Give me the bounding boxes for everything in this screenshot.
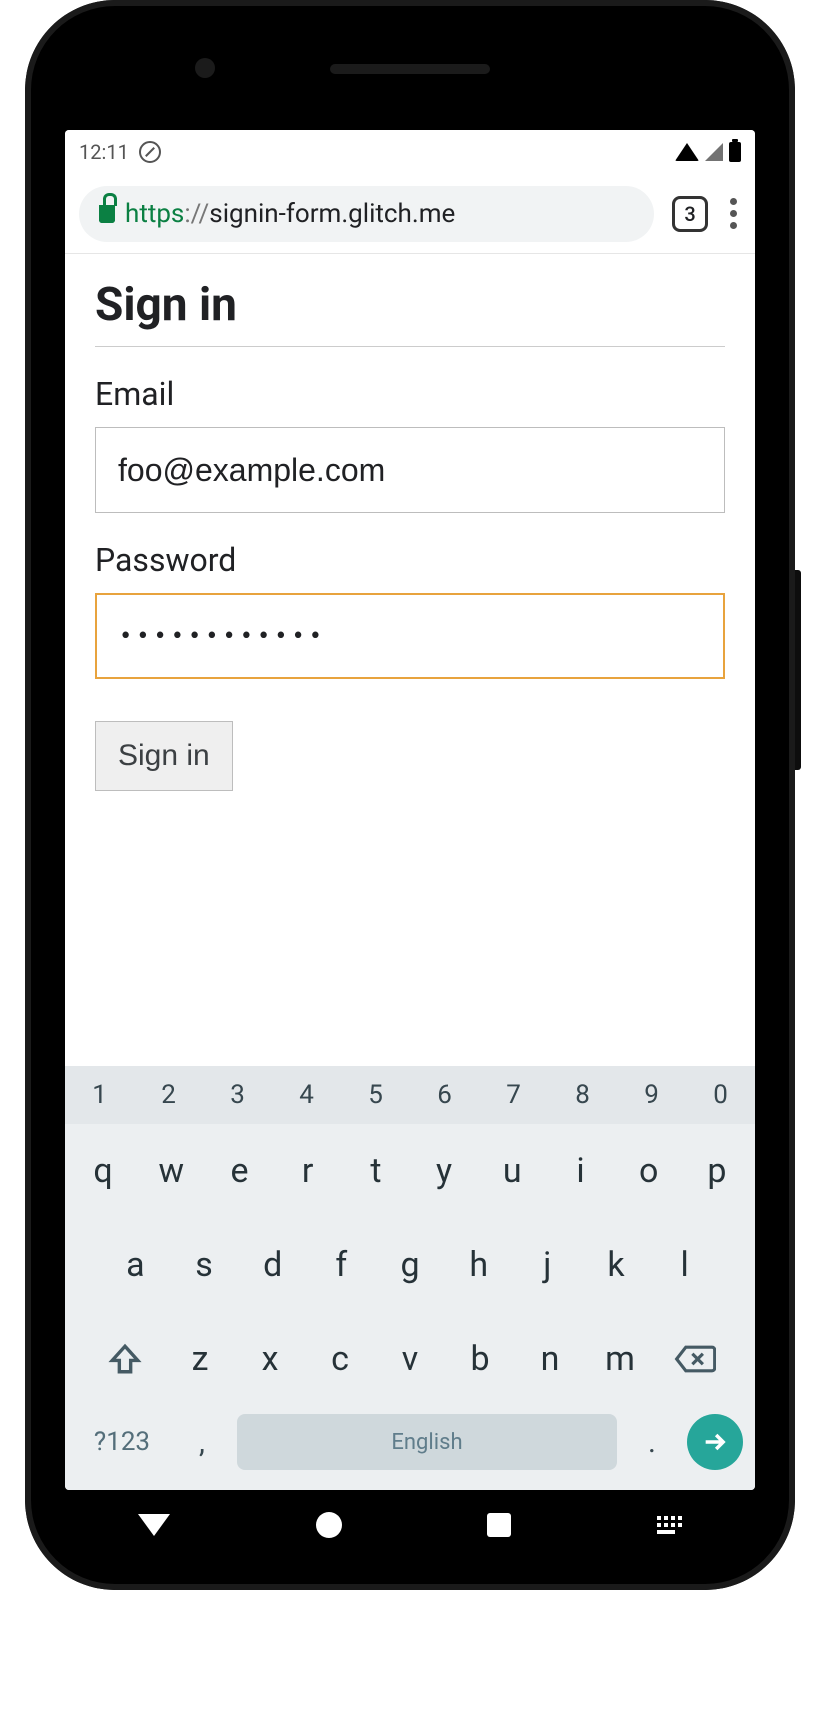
email-label: Email: [95, 375, 725, 413]
address-bar[interactable]: https://signin-form.glitch.me: [79, 186, 654, 242]
key-w[interactable]: w: [141, 1134, 201, 1208]
lock-icon: [99, 205, 115, 223]
url-scheme: https: [125, 199, 184, 229]
number-hint-row: 1234567890: [65, 1066, 755, 1124]
key-d[interactable]: d: [242, 1228, 303, 1302]
key-row-bottom: ?123 , English .: [65, 1406, 755, 1484]
key-o[interactable]: o: [619, 1134, 679, 1208]
key-j[interactable]: j: [517, 1228, 578, 1302]
backspace-key[interactable]: [659, 1322, 731, 1396]
hint-key-0[interactable]: 0: [686, 1066, 755, 1124]
key-n[interactable]: n: [519, 1322, 581, 1396]
key-f[interactable]: f: [311, 1228, 372, 1302]
overflow-menu-button[interactable]: [726, 194, 741, 233]
tab-switcher-button[interactable]: 3: [672, 196, 708, 232]
key-row-3: zxcvbnm: [65, 1312, 755, 1406]
cellular-icon: [705, 143, 723, 161]
clock: 12:11: [79, 140, 129, 164]
password-label: Password: [95, 541, 725, 579]
nav-recent-button[interactable]: [487, 1513, 511, 1537]
sign-in-button[interactable]: Sign in: [95, 721, 233, 791]
hint-key-2[interactable]: 2: [134, 1066, 203, 1124]
do-not-disturb-icon: [139, 141, 161, 163]
status-bar: 12:11: [65, 130, 755, 174]
key-t[interactable]: t: [346, 1134, 406, 1208]
key-p[interactable]: p: [687, 1134, 747, 1208]
shift-icon: [108, 1342, 142, 1376]
key-m[interactable]: m: [589, 1322, 651, 1396]
key-y[interactable]: y: [414, 1134, 474, 1208]
url-host: signin-form.glitch.me: [209, 199, 455, 229]
hint-key-7[interactable]: 7: [479, 1066, 548, 1124]
hint-key-4[interactable]: 4: [272, 1066, 341, 1124]
key-row-2: asdfghjkl: [65, 1218, 755, 1312]
key-c[interactable]: c: [309, 1322, 371, 1396]
page-title: Sign in: [95, 278, 725, 347]
soft-keyboard: 1234567890 qwertyuiop asdfghjkl zxcvbnm: [65, 1066, 755, 1490]
hint-key-5[interactable]: 5: [341, 1066, 410, 1124]
hint-key-8[interactable]: 8: [548, 1066, 617, 1124]
password-field[interactable]: [95, 593, 725, 679]
spacebar-key[interactable]: English: [237, 1414, 617, 1470]
page-content: Sign in Email Password Sign in: [65, 254, 755, 1066]
power-button: [795, 570, 801, 770]
key-a[interactable]: a: [105, 1228, 166, 1302]
nav-back-button[interactable]: [138, 1514, 170, 1536]
key-q[interactable]: q: [73, 1134, 133, 1208]
key-v[interactable]: v: [379, 1322, 441, 1396]
key-u[interactable]: u: [482, 1134, 542, 1208]
hint-key-6[interactable]: 6: [410, 1066, 479, 1124]
system-nav-bar: [65, 1490, 755, 1560]
key-k[interactable]: k: [586, 1228, 647, 1302]
period-key[interactable]: .: [627, 1425, 677, 1460]
symbols-key[interactable]: ?123: [77, 1427, 167, 1457]
key-s[interactable]: s: [174, 1228, 235, 1302]
nav-keyboard-switch-button[interactable]: [657, 1516, 682, 1534]
screen: 12:11 https://signin-form.glitch.me: [65, 130, 755, 1490]
key-z[interactable]: z: [169, 1322, 231, 1396]
key-b[interactable]: b: [449, 1322, 511, 1396]
key-x[interactable]: x: [239, 1322, 301, 1396]
wifi-icon: [675, 143, 699, 161]
url-separator: ://: [184, 199, 209, 229]
hint-key-3[interactable]: 3: [203, 1066, 272, 1124]
backspace-icon: [674, 1342, 716, 1376]
key-g[interactable]: g: [380, 1228, 441, 1302]
front-camera: [195, 58, 215, 78]
hint-key-1[interactable]: 1: [65, 1066, 134, 1124]
arrow-right-icon: [701, 1428, 729, 1456]
enter-key[interactable]: [687, 1414, 743, 1470]
phone-bezel: 12:11 https://signin-form.glitch.me: [35, 10, 785, 1580]
key-e[interactable]: e: [209, 1134, 269, 1208]
key-r[interactable]: r: [278, 1134, 338, 1208]
key-h[interactable]: h: [448, 1228, 509, 1302]
browser-toolbar: https://signin-form.glitch.me 3: [65, 174, 755, 254]
tab-count: 3: [684, 202, 695, 226]
key-l[interactable]: l: [654, 1228, 715, 1302]
key-row-1: qwertyuiop: [65, 1124, 755, 1218]
hint-key-9[interactable]: 9: [617, 1066, 686, 1124]
key-i[interactable]: i: [550, 1134, 610, 1208]
nav-home-button[interactable]: [316, 1512, 342, 1538]
email-field[interactable]: [95, 427, 725, 513]
phone-frame: 12:11 https://signin-form.glitch.me: [25, 0, 795, 1590]
speaker-grille: [330, 64, 490, 74]
battery-icon: [729, 142, 741, 162]
shift-key[interactable]: [89, 1322, 161, 1396]
spacebar-label: English: [391, 1430, 462, 1455]
comma-key[interactable]: ,: [177, 1425, 227, 1460]
